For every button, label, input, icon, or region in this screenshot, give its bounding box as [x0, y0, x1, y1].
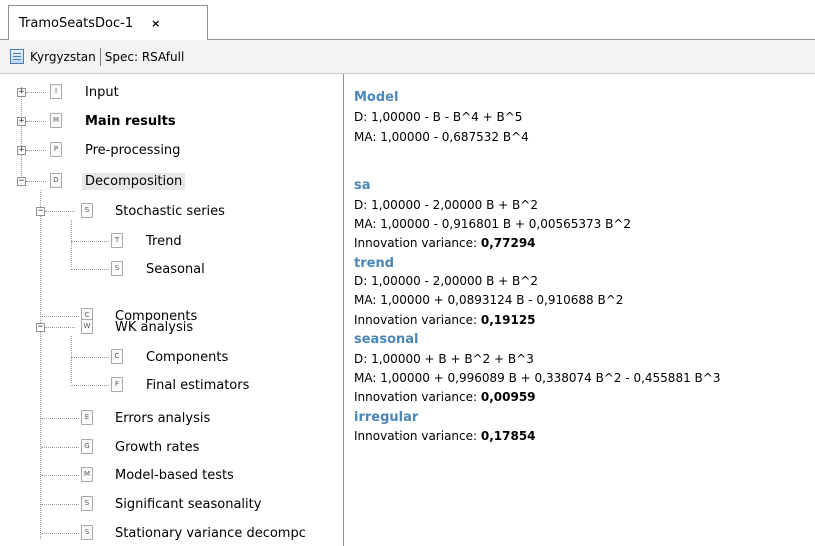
tree-item-label: Decomposition — [82, 172, 186, 190]
main-node-icon: M — [50, 113, 62, 128]
growth-node-icon: G — [81, 439, 93, 454]
irregular-heading: irregular — [354, 410, 419, 425]
seasonal-ma-line: MA: 1,00000 + 0,996089 B + 0,338074 B^2 … — [354, 371, 721, 385]
iv-value: 0,19125 — [480, 313, 536, 327]
seasonal-d-line: D: 1,00000 + B + B^2 + B^3 — [354, 352, 534, 366]
tree-item-final-estimators[interactable]: F Final estimators — [0, 374, 340, 396]
seasonality-node-icon: S — [81, 496, 93, 511]
tree-item-stationary-variance[interactable]: S Stationary variance decompc — [0, 522, 340, 544]
model-heading: Model — [354, 90, 399, 105]
tab-title[interactable]: TramoSeatsDoc-1 — [19, 16, 133, 31]
tree-item-significant-seasonality[interactable]: S Significant seasonality — [0, 493, 340, 515]
sa-ma-line: MA: 1,00000 - 0,916801 B + 0,00565373 B^… — [354, 217, 632, 231]
collapse-icon[interactable]: − — [36, 323, 45, 332]
tree-item-seasonal[interactable]: S Seasonal — [0, 258, 340, 280]
preprocessing-node-icon: P — [50, 142, 62, 157]
trend-d-line: D: 1,00000 - 2,00000 B + B^2 — [354, 274, 538, 288]
tree-item-model-based-tests[interactable]: M Model-based tests — [0, 464, 340, 486]
tree-item-label: Seasonal — [146, 261, 205, 277]
tree-item-label: WK analysis — [115, 319, 194, 335]
tree-item-stochastic-series[interactable]: − S Stochastic series — [0, 200, 340, 222]
tree-item-label: Pre-processing — [85, 142, 181, 158]
trend-ma-line: MA: 1,00000 + 0,0893124 B - 0,910688 B^2 — [354, 293, 624, 307]
seasonal-node-icon: S — [111, 261, 123, 276]
iv-value: 0,17854 — [480, 429, 536, 443]
tree-item-label: Model-based tests — [115, 467, 234, 483]
decomposition-node-icon: D — [50, 173, 62, 188]
components-node-icon: C — [111, 349, 123, 364]
tree-item-wk-components[interactable]: C Components — [0, 346, 340, 368]
trend-node-icon: T — [111, 233, 123, 248]
tests-node-icon: M — [81, 467, 93, 482]
iv-label: Innovation variance: — [354, 390, 481, 404]
wk-node-icon: W — [81, 319, 93, 334]
trend-innovation-variance: Innovation variance: 0,19125 — [354, 313, 536, 327]
tree-item-decomposition[interactable]: − D Decomposition — [0, 170, 340, 192]
results-panel: Model D: 1,00000 - B - B^4 + B^5 MA: 1,0… — [345, 74, 815, 546]
errors-node-icon: E — [81, 410, 93, 425]
expand-icon[interactable]: + — [17, 88, 26, 97]
document-icon — [10, 49, 24, 64]
tree-item-trend[interactable]: T Trend — [0, 230, 340, 252]
close-icon[interactable]: × — [151, 17, 160, 30]
collapse-icon[interactable]: − — [36, 207, 45, 216]
tab-bar: TramoSeatsDoc-1 × — [0, 0, 815, 40]
iv-value: 0,00959 — [480, 390, 536, 404]
expand-icon[interactable]: + — [17, 117, 26, 126]
tree-item-growth-rates[interactable]: G Growth rates — [0, 436, 340, 458]
tree-item-label: Input — [85, 84, 119, 100]
model-d-line: D: 1,00000 - B - B^4 + B^5 — [354, 110, 523, 124]
sa-heading: sa — [354, 178, 371, 193]
document-toolbar: Kyrgyzstan Spec: RSAfull — [0, 40, 815, 74]
tree-item-label: Growth rates — [115, 439, 200, 455]
tree-item-label: Significant seasonality — [115, 496, 262, 512]
tree-item-main-results[interactable]: + M Main results — [0, 110, 340, 132]
tree-item-label: Stochastic series — [115, 203, 225, 219]
tree-item-label: Trend — [146, 233, 182, 249]
input-node-icon: I — [50, 84, 62, 99]
separator — [99, 47, 101, 66]
irregular-innovation-variance: Innovation variance: 0,17854 — [354, 429, 536, 443]
navigation-tree: + I Input + M Main results + P Pre-proce… — [0, 74, 344, 546]
collapse-icon[interactable]: − — [17, 177, 26, 186]
expand-icon[interactable]: + — [17, 146, 26, 155]
sa-innovation-variance: Innovation variance: 0,77294 — [354, 236, 536, 250]
iv-label: Innovation variance: — [354, 313, 481, 327]
tree-item-label: Components — [146, 349, 229, 365]
seasonal-innovation-variance: Innovation variance: 0,00959 — [354, 390, 536, 404]
tree-item-label: Errors analysis — [115, 410, 211, 426]
tree-item-pre-processing[interactable]: + P Pre-processing — [0, 139, 340, 161]
country-label: Kyrgyzstan — [30, 49, 96, 64]
spec-label: Spec: RSAfull — [104, 49, 185, 64]
iv-label: Innovation variance: — [354, 236, 481, 250]
iv-label: Innovation variance: — [354, 429, 481, 443]
trend-heading: trend — [354, 256, 395, 271]
final-estimators-node-icon: F — [111, 377, 123, 392]
tree-item-label: Main results — [85, 113, 176, 129]
stochastic-node-icon: S — [81, 203, 93, 218]
sa-d-line: D: 1,00000 - 2,00000 B + B^2 — [354, 198, 538, 212]
variance-node-icon: S — [81, 525, 93, 540]
tree-item-input[interactable]: + I Input — [0, 81, 340, 103]
model-ma-line: MA: 1,00000 - 0,687532 B^4 — [354, 130, 529, 144]
iv-value: 0,77294 — [480, 236, 536, 250]
tree-item-label: Stationary variance decompc — [115, 525, 306, 541]
seasonal-heading: seasonal — [354, 332, 419, 347]
tree-item-errors-analysis[interactable]: E Errors analysis — [0, 407, 340, 429]
document-tab[interactable]: TramoSeatsDoc-1 × — [8, 5, 208, 40]
tree-item-wk-analysis[interactable]: − W WK analysis — [0, 316, 340, 338]
tree-item-label: Final estimators — [146, 377, 250, 393]
